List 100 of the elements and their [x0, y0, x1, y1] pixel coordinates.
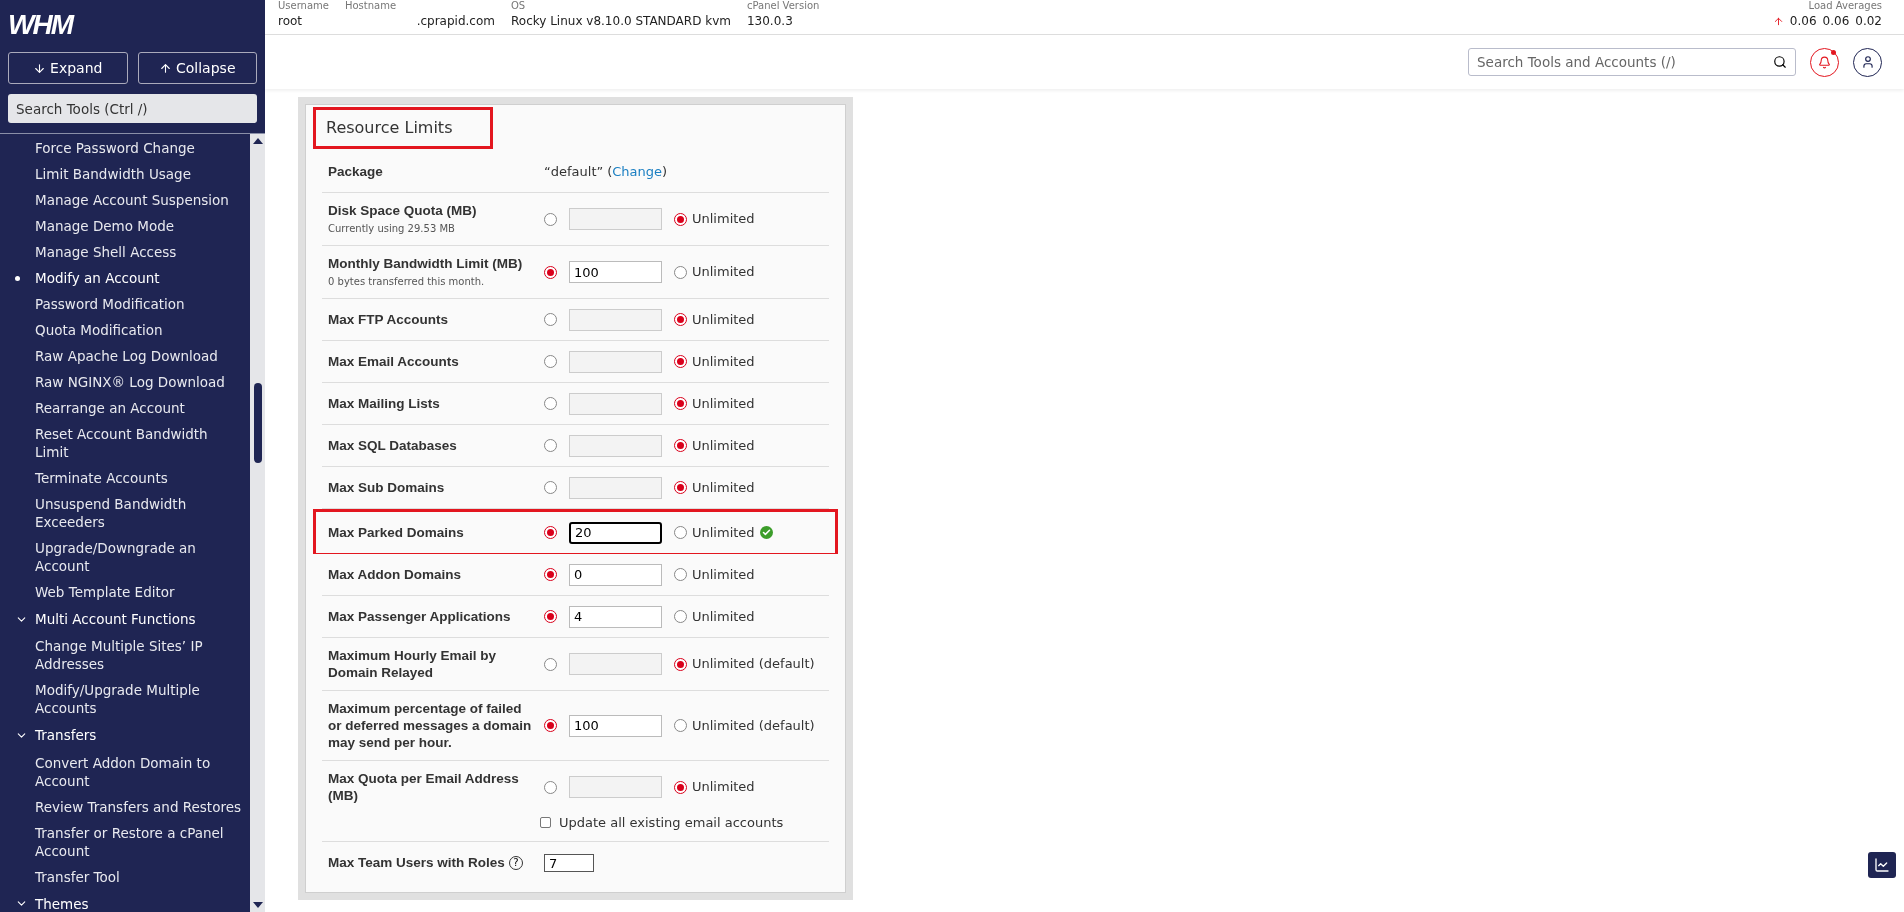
radio-button[interactable]: [544, 610, 557, 623]
radio-button[interactable]: [544, 780, 557, 794]
sidebar-item[interactable]: Password Modification: [35, 295, 185, 313]
sidebar-item[interactable]: Modify/Upgrade Multiple Accounts: [35, 681, 244, 718]
sidebar-section[interactable]: Multi Account Functions: [0, 605, 250, 634]
package-value: “default”: [544, 162, 604, 181]
limit-input[interactable]: 4: [569, 605, 662, 628]
radio-button[interactable]: [544, 397, 557, 410]
radio-button[interactable]: [674, 481, 687, 494]
limit-input[interactable]: [569, 476, 662, 499]
sidebar-item[interactable]: Reset Account Bandwidth Limit: [35, 425, 244, 461]
sidebar-item[interactable]: Raw Apache Log Download: [35, 347, 218, 365]
limit-input[interactable]: 100: [569, 714, 662, 737]
sidebar-item[interactable]: Convert Addon Domain to Account: [35, 753, 244, 790]
field-label: Max Passenger Applications: [328, 608, 511, 625]
limit-input[interactable]: [569, 392, 662, 415]
info-value: .cprapid.com: [416, 13, 495, 30]
unlimited-label: Unlimited: [692, 394, 755, 413]
sidebar-item[interactable]: Limit Bandwidth Usage: [35, 165, 191, 183]
field-label: Monthly Bandwidth Limit (MB): [328, 255, 523, 272]
limit-input[interactable]: 0: [569, 563, 662, 586]
sidebar-item[interactable]: Transfer Tool: [35, 867, 120, 886]
logo[interactable]: WHM: [8, 8, 72, 42]
radio-button[interactable]: [544, 212, 557, 226]
expand-button[interactable]: Expand: [8, 52, 128, 84]
sidebar-item[interactable]: Manage Account Suspension: [35, 191, 229, 209]
radio-button[interactable]: [674, 439, 687, 452]
limit-input[interactable]: [569, 208, 662, 230]
limit-input[interactable]: [569, 776, 662, 798]
radio-button[interactable]: [674, 313, 687, 326]
scrollbar[interactable]: [250, 134, 265, 912]
sidebar-item[interactable]: Manage Shell Access: [35, 243, 177, 261]
sidebar-item[interactable]: Transfer or Restore a cPanel Account: [35, 823, 244, 860]
sidebar-item[interactable]: Unsuspend Bandwidth Exceeders: [35, 495, 244, 531]
info-value: root: [278, 13, 304, 30]
radio-button[interactable]: [674, 610, 687, 623]
radio-button[interactable]: [544, 657, 557, 671]
sidebar-item[interactable]: Rearrange an Account: [35, 399, 185, 417]
sidebar-item[interactable]: Change Multiple Sites’ IP Addresses: [35, 637, 244, 674]
field-label: Max Quota per Email Address (MB): [328, 770, 520, 804]
chart-button[interactable]: [1868, 852, 1896, 878]
sidebar-item[interactable]: Web Template Editor: [35, 583, 175, 601]
sidebar-section[interactable]: Transfers: [0, 721, 250, 750]
limit-input[interactable]: [569, 350, 662, 373]
collapse-button[interactable]: Collapse: [137, 52, 257, 84]
field-label: Max Team Users with Roles: [328, 854, 505, 871]
radio-button[interactable]: [544, 568, 557, 581]
info-value: 130.0.3: [746, 13, 794, 30]
chart-icon: [1874, 857, 1890, 873]
radio-button[interactable]: [544, 526, 557, 539]
info-label: cPanel Version: [746, 0, 820, 12]
radio-button[interactable]: [674, 657, 687, 671]
limit-input[interactable]: 100: [569, 261, 662, 283]
radio-button[interactable]: [674, 355, 687, 368]
sidebar-item[interactable]: Terminate Accounts: [35, 469, 168, 487]
unlimited-label: Unlimited: [692, 565, 755, 584]
sidebar-item[interactable]: Modify an Account: [35, 269, 160, 287]
sidebar-item[interactable]: Upgrade/Downgrade an Account: [35, 539, 244, 575]
radio-button[interactable]: [544, 265, 557, 279]
sidebar-item[interactable]: Force Password Change: [35, 139, 195, 157]
search-field[interactable]: Search Tools and Accounts (/): [1468, 48, 1796, 76]
number-input[interactable]: 7: [544, 854, 594, 873]
radio-button[interactable]: [544, 481, 557, 494]
unlimited-label: Unlimited: [692, 478, 755, 497]
arrow-up-icon: [1772, 15, 1784, 27]
sidebar-item[interactable]: Raw NGINX® Log Download: [35, 373, 225, 391]
radio-button[interactable]: [674, 397, 687, 410]
radio-button[interactable]: [674, 780, 687, 794]
parenthesis: ): [662, 162, 668, 181]
info-label: Username: [278, 0, 329, 12]
limit-input[interactable]: 20: [569, 521, 662, 544]
unlimited-label: Unlimited: [692, 210, 755, 229]
arrow-up-icon: [159, 61, 172, 75]
radio-button[interactable]: [674, 568, 687, 581]
radio-button[interactable]: [674, 212, 687, 226]
field-label: Max Addon Domains: [328, 566, 461, 583]
unlimited-label: Unlimited: [692, 436, 755, 455]
field-label: Package: [328, 163, 383, 180]
sidebar-section[interactable]: Themes: [0, 889, 250, 912]
radio-button[interactable]: [674, 526, 687, 539]
radio-button[interactable]: [674, 265, 687, 279]
checkbox[interactable]: [540, 817, 551, 829]
radio-button[interactable]: [544, 719, 557, 732]
radio-button[interactable]: [544, 355, 557, 368]
load-value: 0.06: [1789, 13, 1817, 30]
radio-button[interactable]: [674, 719, 687, 732]
radio-button[interactable]: [544, 439, 557, 452]
radio-button[interactable]: [544, 313, 557, 326]
sidebar-search-field[interactable]: Search Tools (Ctrl /): [8, 94, 257, 123]
load-value: 0.06: [1822, 13, 1850, 30]
limit-input[interactable]: [569, 308, 662, 331]
sidebar-item[interactable]: Review Transfers and Restores: [35, 797, 241, 816]
limit-input[interactable]: [569, 653, 662, 675]
change-link[interactable]: Change: [612, 161, 663, 182]
sidebar-item[interactable]: Quota Modification: [35, 321, 163, 339]
field-label: Disk Space Quota (MB): [328, 202, 477, 219]
field-label: Max Parked Domains: [328, 524, 464, 541]
unlimited-label: Unlimited: [692, 523, 755, 542]
sidebar-item[interactable]: Manage Demo Mode: [35, 217, 175, 235]
limit-input[interactable]: [569, 434, 662, 457]
